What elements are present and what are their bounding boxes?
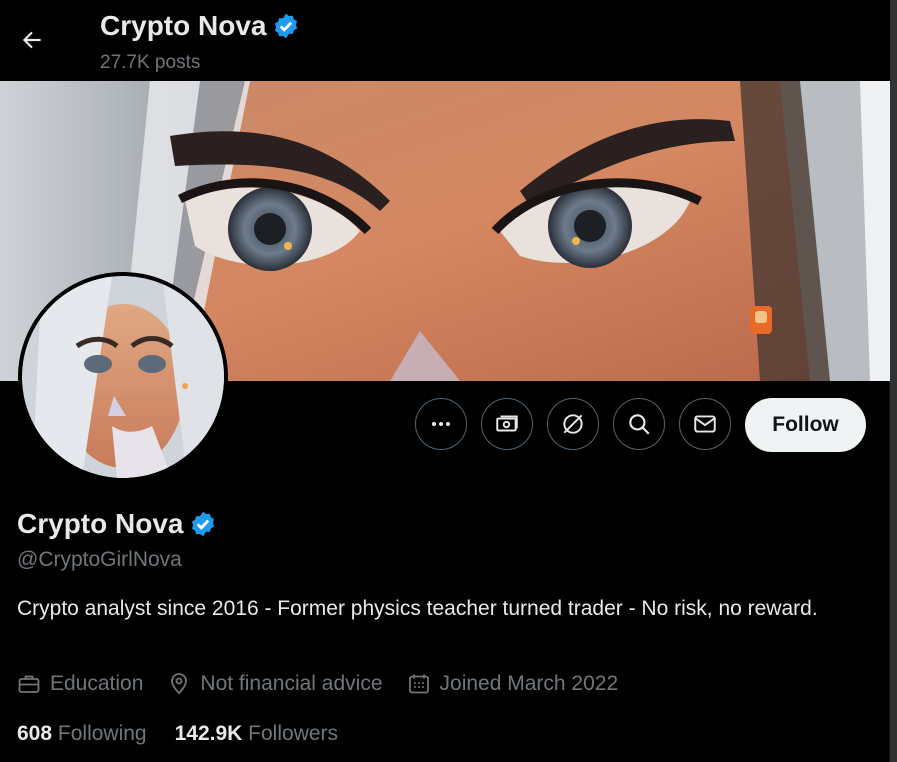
- mail-icon: [694, 415, 716, 433]
- more-horizontal-icon: [432, 422, 450, 426]
- profile-location: Not financial advice: [167, 672, 383, 696]
- category-label: Education: [50, 672, 144, 695]
- profile-name: Crypto Nova: [17, 508, 217, 540]
- avatar-illustration: [22, 276, 224, 478]
- profile-display-name: Crypto Nova: [17, 508, 184, 539]
- calendar-icon: [408, 674, 429, 694]
- followers-label: Followers: [248, 722, 339, 745]
- profile-joined: Joined March 2022: [407, 672, 619, 696]
- followers-link[interactable]: 142.9K Followers: [175, 722, 338, 746]
- message-button[interactable]: [679, 398, 731, 450]
- arrow-left-icon: [22, 31, 41, 49]
- grok-button[interactable]: [547, 398, 599, 450]
- briefcase-icon: [18, 675, 40, 693]
- profile-bio: Crypto analyst since 2016 - Former physi…: [17, 597, 818, 620]
- profile-header-bar: Crypto Nova 27.7K posts: [0, 0, 890, 81]
- subscribe-button[interactable]: [481, 398, 533, 450]
- followers-count: 142.9K: [174, 722, 243, 745]
- profile-stats: 608 Following 142.9K Followers: [17, 722, 366, 746]
- profile-handle: @CryptoGirlNova: [17, 548, 182, 571]
- header-title: Crypto Nova: [100, 10, 300, 42]
- follow-button[interactable]: Follow: [745, 398, 866, 452]
- profile-meta: Education Not financial advice Joined Ma…: [17, 672, 642, 696]
- scrollbar-track[interactable]: [890, 0, 897, 762]
- avatar[interactable]: [18, 272, 228, 482]
- location-label: Not financial advice: [200, 672, 383, 695]
- header-name: Crypto Nova: [100, 10, 267, 41]
- money-icon: [496, 415, 518, 432]
- verified-badge-icon: [275, 13, 298, 39]
- following-count: 608: [17, 722, 53, 745]
- posts-count: 27.7K posts: [100, 52, 201, 73]
- search-button[interactable]: [613, 398, 665, 450]
- location-pin-icon: [171, 673, 188, 695]
- search-icon: [629, 414, 650, 435]
- grok-icon: [563, 414, 583, 434]
- avatar-image: [22, 276, 224, 478]
- more-button[interactable]: [415, 398, 467, 450]
- following-label: Following: [57, 722, 147, 745]
- joined-label: Joined March 2022: [439, 672, 619, 695]
- verified-badge-icon[interactable]: [189, 510, 217, 538]
- following-link[interactable]: 608 Following: [17, 722, 147, 746]
- profile-category: Education: [17, 672, 143, 696]
- back-button[interactable]: [14, 22, 50, 58]
